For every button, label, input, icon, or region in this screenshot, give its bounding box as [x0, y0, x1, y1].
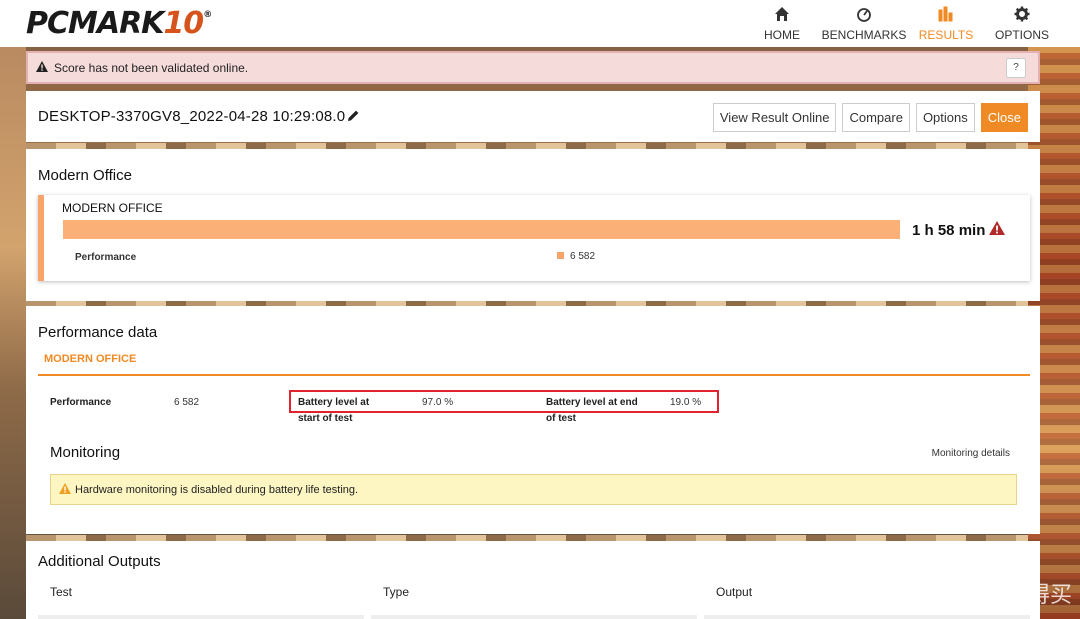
compare-button[interactable]: Compare — [842, 103, 910, 132]
view-result-online-button[interactable]: View Result Online — [712, 103, 837, 132]
performance-data-heading: Performance data — [38, 324, 158, 341]
performance-data-panel: Performance data MODERN OFFICE Performan… — [26, 306, 1040, 534]
logo-reg: ® — [203, 10, 212, 20]
pencil-icon[interactable] — [346, 109, 360, 128]
battery-time: 1 h 58 min — [912, 221, 1006, 239]
nav-results-label: RESULTS — [918, 28, 974, 42]
legend-swatch — [557, 252, 564, 259]
column-header-test[interactable]: Test — [50, 585, 72, 599]
score-bar — [63, 220, 900, 239]
score-card-title: MODERN OFFICE — [62, 201, 163, 215]
warning-icon — [59, 482, 71, 497]
gear-icon — [984, 6, 1060, 24]
nav-results[interactable]: RESULTS — [908, 0, 984, 47]
tab-underline — [38, 374, 1030, 376]
logo-number: 10 — [163, 6, 204, 41]
column-divider — [38, 615, 364, 619]
nav-benchmarks-label: BENCHMARKS — [821, 28, 907, 42]
column-header-type[interactable]: Type — [383, 585, 409, 599]
score-card: MODERN OFFICE 1 h 58 min Performance 6 5… — [38, 195, 1030, 281]
nav-home-label: HOME — [764, 28, 800, 42]
performance-value: 6 582 — [174, 397, 200, 408]
column-divider — [371, 615, 697, 619]
performance-label: Performance — [50, 397, 112, 408]
gauge-icon — [820, 6, 908, 24]
nav-options-label: OPTIONS — [994, 28, 1049, 42]
monitoring-details-link[interactable]: Monitoring details — [932, 448, 1010, 459]
bar-chart-icon — [908, 6, 984, 24]
alert-text: Score has not been validated online. — [54, 60, 249, 75]
performance-value: 6 582 — [570, 251, 596, 262]
top-bar: PCMARK10® HOME BENCHMARKS RESULTS OPTION… — [0, 0, 1080, 47]
battery-end-label-2: of test — [546, 413, 576, 424]
watermark: 值 什么值得买 — [925, 577, 1072, 609]
nav-benchmarks[interactable]: BENCHMARKS — [820, 0, 908, 47]
validation-alert: Score has not been validated online. ? — [26, 51, 1040, 84]
performance-label: Performance — [75, 252, 137, 263]
tab-modern-office[interactable]: MODERN OFFICE — [44, 353, 136, 365]
home-icon — [744, 6, 820, 24]
warning-icon[interactable] — [989, 221, 1006, 239]
column-divider — [704, 615, 1030, 619]
battery-end-value: 19.0 % — [670, 397, 702, 408]
pcmark-logo[interactable]: PCMARK10® — [26, 6, 212, 41]
options-button[interactable]: Options — [915, 103, 975, 132]
warning-icon — [36, 60, 48, 75]
nav-home[interactable]: HOME — [744, 0, 820, 47]
watermark-text: 什么值得买 — [961, 583, 1072, 608]
nav-options[interactable]: OPTIONS — [984, 0, 1060, 47]
result-actions: View Result Online Compare Options Close — [712, 103, 1028, 132]
watermark-logo: 值 — [925, 578, 956, 608]
battery-time-value: 1 h 58 min — [912, 221, 986, 239]
background-left — [0, 47, 26, 619]
monitoring-heading: Monitoring — [50, 444, 121, 461]
result-title: DESKTOP-3370GV8_2022-04-28 10:29:08.0 — [38, 108, 346, 125]
modern-office-panel: Modern Office MODERN OFFICE 1 h 58 min P… — [26, 149, 1040, 301]
additional-outputs-heading: Additional Outputs — [38, 553, 161, 570]
close-button[interactable]: Close — [980, 103, 1028, 132]
main-nav: HOME BENCHMARKS RESULTS OPTIONS — [744, 0, 1060, 47]
modern-office-heading: Modern Office — [38, 167, 132, 184]
monitoring-warning: Hardware monitoring is disabled during b… — [50, 474, 1017, 505]
monitoring-warning-text: Hardware monitoring is disabled during b… — [75, 483, 359, 496]
battery-start-label: Battery level at — [298, 397, 370, 408]
logo-text: PCMARK — [26, 6, 164, 41]
column-header-output[interactable]: Output — [716, 585, 752, 599]
help-button[interactable]: ? — [1006, 58, 1026, 78]
battery-end-label: Battery level at end — [546, 397, 638, 408]
result-title-bar: DESKTOP-3370GV8_2022-04-28 10:29:08.0 Vi… — [26, 91, 1040, 142]
battery-start-value: 97.0 % — [422, 397, 454, 408]
additional-outputs-panel: Additional Outputs Test Type Output — [26, 541, 1040, 619]
battery-start-label-2: start of test — [298, 413, 353, 424]
